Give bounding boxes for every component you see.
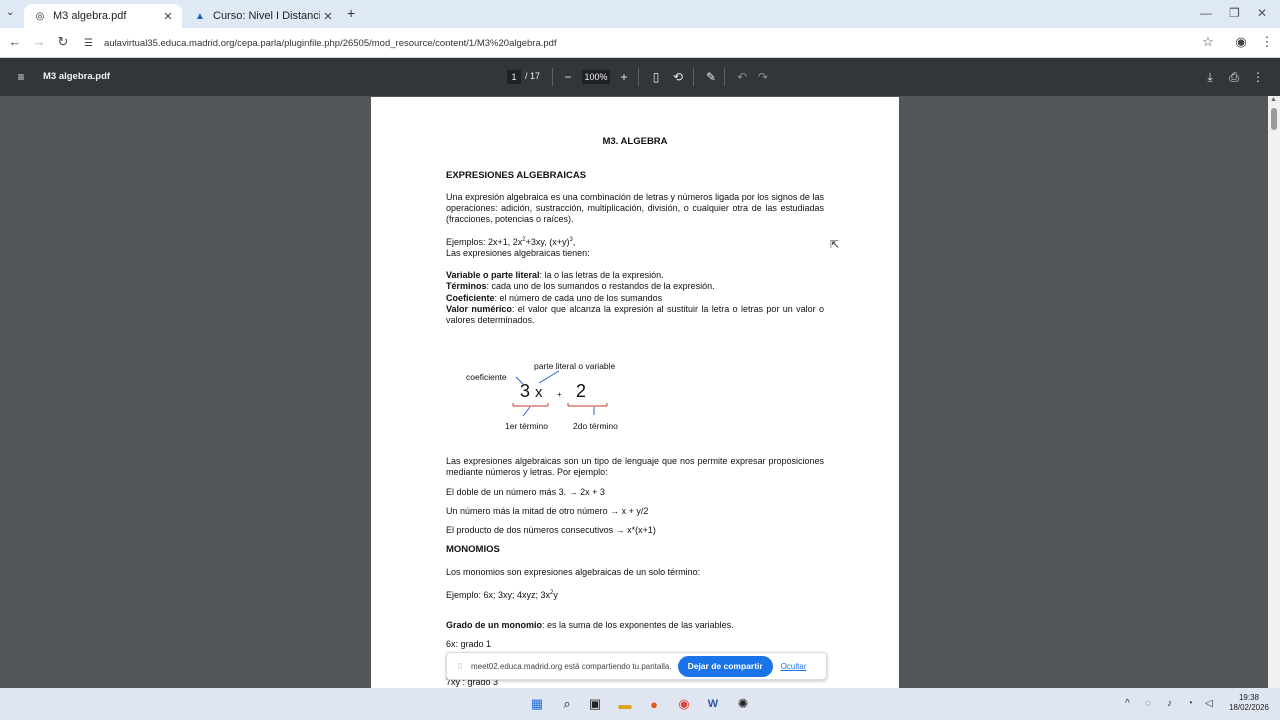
document-title: M3. ALGEBRA [602,136,668,147]
divider [724,68,725,86]
divider [552,68,553,86]
example-producto: El producto de dos números consecutivos … [446,525,656,535]
wifi-icon[interactable]: ◔ [1187,698,1193,709]
forward-icon[interactable]: → [30,34,48,49]
zoom-input[interactable]: 100% [582,70,610,84]
new-tab-button[interactable]: + [347,5,355,21]
redo-icon[interactable]: ↷ [755,70,771,84]
close-tab-icon[interactable]: ✕ [320,10,336,23]
term-diagram-arrows [512,370,608,417]
clock-date: 18/02/2026 [1228,703,1270,712]
zoom-out-icon[interactable]: − [560,70,576,84]
tab-m3-algebra[interactable]: ◎ M3 algebra.pdf ✕ [24,4,182,28]
vertical-scrollbar[interactable]: ▲ [1268,96,1280,688]
reload-icon[interactable]: ↻ [54,34,72,50]
section-heading-monomios: MONOMIOS [446,544,500,555]
examples-line: Ejemplos: 2x+1, 2x2+3xy, (x+y)3, [446,237,576,247]
pdf-title: M3 algebra.pdf [43,71,111,82]
second-term-label: 2do término [573,421,618,431]
back-icon[interactable]: ← [6,34,24,49]
more-options-icon[interactable]: ⋮ [1250,70,1266,84]
example-mitad: Un número más la mitad de otro número → … [446,506,649,516]
task-view-icon[interactable]: ▣ [585,694,605,714]
search-icon[interactable]: ⌕ [557,694,577,714]
chrome-icon[interactable]: ◉ [674,694,694,714]
site-settings-icon[interactable]: ☰ [84,38,104,49]
hide-link[interactable]: Ocultar [781,662,807,671]
close-tab-icon[interactable]: ✕ [160,10,176,23]
scrollbar-thumb[interactable] [1271,108,1277,130]
restore-icon[interactable]: ❐ [1229,6,1240,20]
screen-share-bar: ⁞⁞ meet02.educa.madrid.org está comparti… [446,652,827,680]
volume-icon[interactable]: ◁ [1205,698,1213,709]
pdf-page: M3. ALGEBRA EXPRESIONES ALGEBRAICAS Una … [371,97,899,688]
tab-title: Curso: Nivel I Distancia | AulaVirt [213,10,320,22]
rotate-icon[interactable]: ⟲ [670,70,686,84]
tab-title: M3 algebra.pdf [53,10,127,22]
page-number-input[interactable]: 1 [507,70,521,84]
divider [693,68,694,86]
menu-icon[interactable]: ⋮ [1258,34,1276,50]
zoom-in-icon[interactable]: + [616,70,632,84]
pdf-toolbar: ≡ M3 algebra.pdf 1 / 17 − 100% + ▯ ⟲ ✎ ↶… [0,58,1280,96]
tab-search-icon[interactable]: ⌄ [6,7,14,18]
microphone-icon[interactable]: ♪ [1167,698,1172,709]
download-icon[interactable]: ⤓ [1202,70,1218,85]
fit-page-icon[interactable]: ▯ [648,70,664,84]
browser-toolbar: ← → ↻ ☰ aulavirtual35.educa.madrid.org/c… [0,28,1280,58]
file-explorer-icon[interactable]: ▬ [615,694,635,714]
bookmark-star-icon[interactable]: ☆ [1199,34,1217,50]
globe-icon: ◎ [35,10,45,22]
address-bar[interactable]: ☰ aulavirtual35.educa.madrid.org/cepa.pa… [78,32,1228,54]
scroll-up-icon[interactable]: ▲ [1270,96,1277,103]
have-line: Las expresiones algebraicas tienen: [446,248,590,258]
annotate-pen-icon[interactable]: ✎ [703,70,719,84]
lenguaje-paragraph: Las expresiones algebraicas son un tipo … [446,456,824,477]
drag-handle-icon[interactable]: ⁞⁞ [453,662,467,671]
network-icon[interactable]: ◌ [1145,698,1151,709]
page-total: / 17 [525,71,541,81]
system-clock[interactable]: 19:38 18/02/2026 [1222,693,1276,713]
monomios-definition: Los monomios son expresiones algebraicas… [446,567,701,577]
share-message: meet02.educa.madrid.org está compartiend… [471,661,672,671]
section-heading-expresiones: EXPRESIONES ALGEBRAICAS [446,170,587,181]
profile-icon[interactable]: ◉ [1232,34,1250,50]
sidebar-menu-icon[interactable]: ≡ [13,70,29,84]
windows-start-icon[interactable]: ▦ [527,694,547,714]
show-hidden-icons[interactable]: ^ [1125,698,1130,709]
pdf-viewer[interactable]: M3. ALGEBRA EXPRESIONES ALGEBRAICAS Una … [0,96,1280,688]
stop-sharing-button[interactable]: Dejar de compartir [677,655,773,677]
divider [638,68,639,86]
tab-curso[interactable]: ▲ Curso: Nivel I Distancia | AulaVirt ✕ [184,4,342,28]
tab-strip: ⌄ ◎ M3 algebra.pdf ✕ ▲ Curso: Nivel I Di… [0,0,1280,28]
word-icon[interactable]: W [703,694,723,714]
print-icon[interactable]: ⎙ [1226,70,1242,85]
grado-definition: Grado de un monomio: es la suma de los e… [446,620,734,630]
intro-paragraph: Una expresión algebraica es una combinac… [446,192,824,224]
definition-valor-numerico: Valor numérico: el valor que alcanza la … [446,304,825,325]
url-text: aulavirtual35.educa.madrid.org/cepa.parl… [104,37,557,49]
clock-time: 19:38 [1238,693,1260,702]
graduation-cap-icon: ▲ [195,10,205,22]
minimize-icon[interactable]: — [1200,6,1212,20]
definition-coeficiente: Coeficiente: el número de cada uno de lo… [446,293,663,303]
taskbar: ▦ ⌕ ▣ ▬ ● ◉ W ✺ ^ ◌ ♪ ◔ ◁ 19:38 18/02/20… [0,688,1280,720]
app-icon[interactable]: ✺ [733,694,753,714]
definition-terminos: Términos: cada uno de los sumandos o res… [446,281,715,291]
close-window-icon[interactable]: ✕ [1257,6,1267,20]
definition-variable: Variable o parte literal: la o las letra… [446,270,664,280]
grado-example-1: 6x: grado 1 [446,639,492,649]
first-term-label: 1er término [505,421,548,431]
undo-icon[interactable]: ↶ [734,70,750,84]
monomios-example: Ejemplo: 6x; 3xy; 4xyz; 3x2y [446,590,558,600]
firefox-icon[interactable]: ● [644,694,664,714]
mouse-cursor-icon: ⇱ [830,239,840,251]
example-doble: El doble de un número más 3. → 2x + 3 [446,487,605,497]
